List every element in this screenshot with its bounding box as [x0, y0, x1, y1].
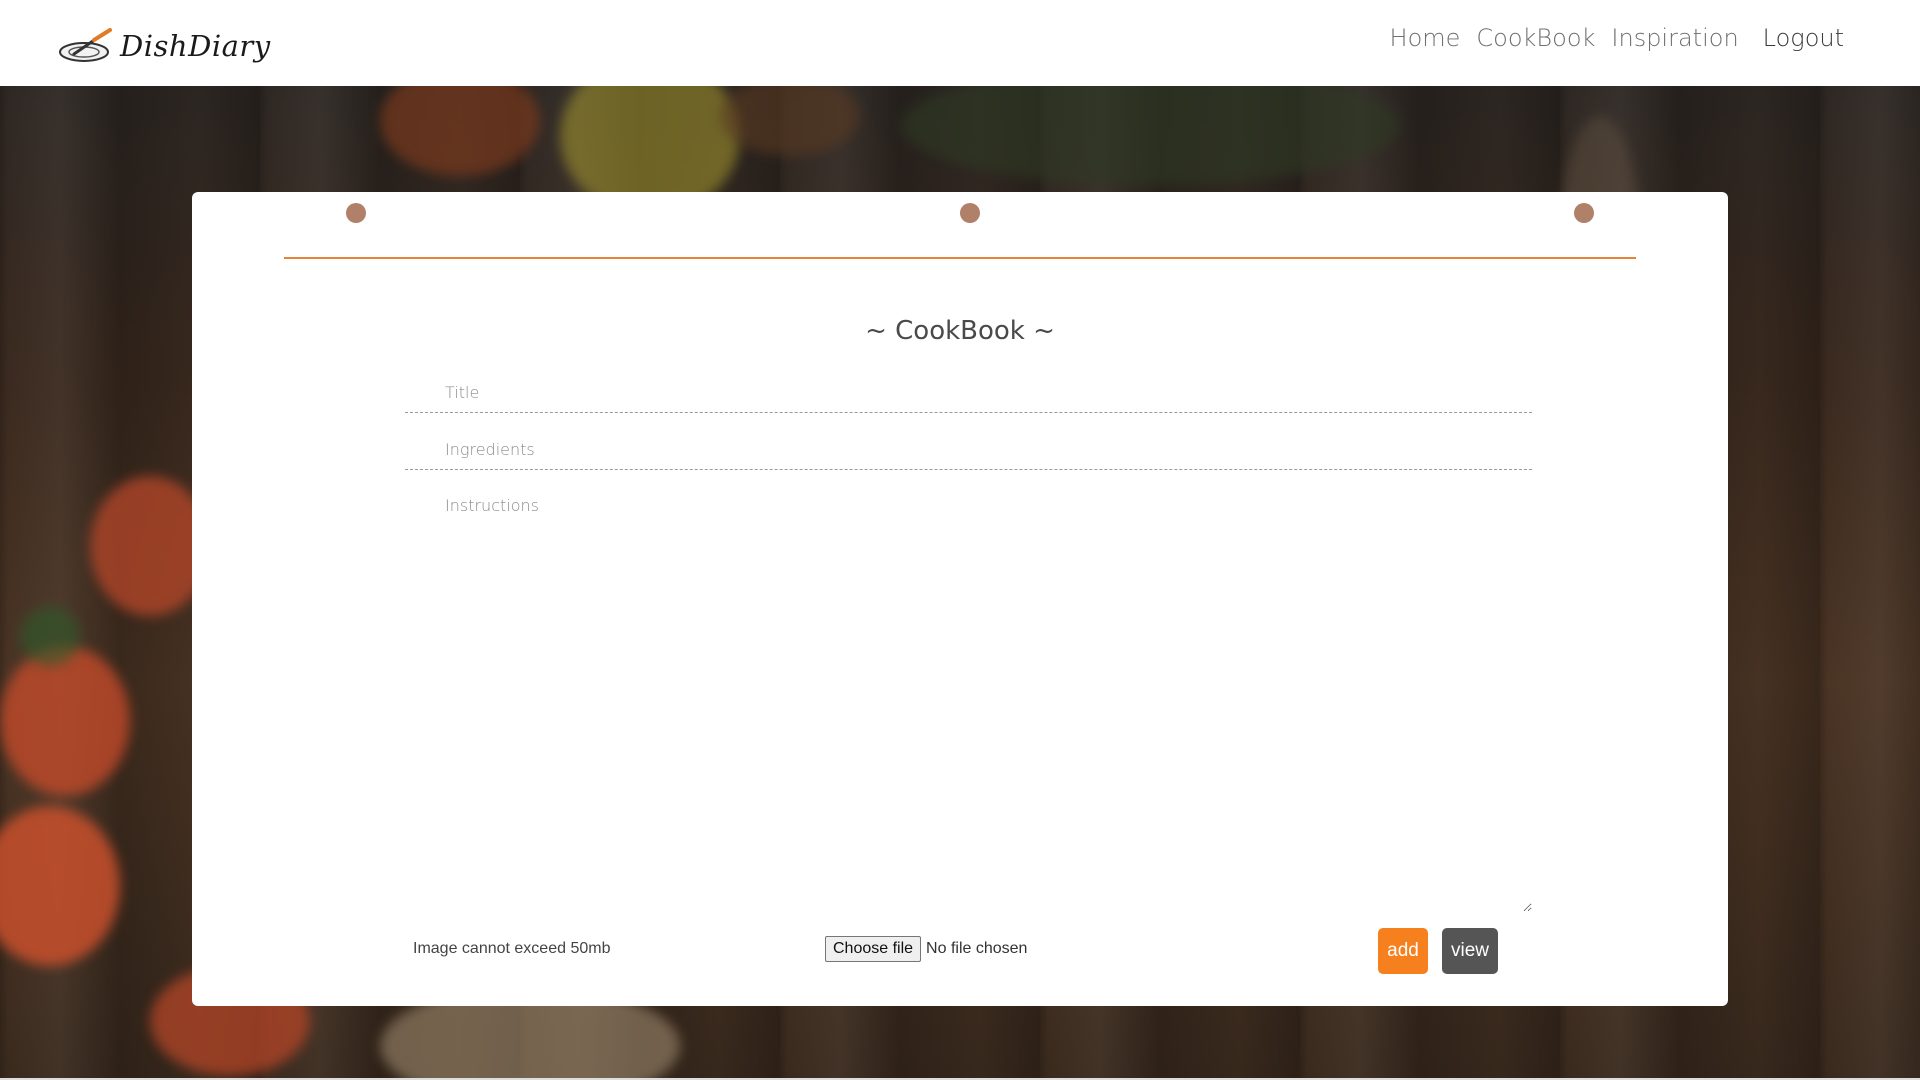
main-nav: Home CookBook Inspiration Logout: [1374, 24, 1844, 52]
add-button[interactable]: add: [1378, 928, 1428, 974]
view-button[interactable]: view: [1442, 928, 1498, 974]
cookbook-card: ~ CookBook ~ Image cannot exceed 50mb Ch…: [192, 192, 1728, 1006]
choose-file-button[interactable]: Choose file: [825, 936, 922, 962]
header-rule: [284, 257, 1636, 259]
image-size-note: Image cannot exceed 50mb: [413, 940, 611, 957]
nav-home[interactable]: Home: [1390, 24, 1461, 52]
instructions-textarea[interactable]: [405, 494, 1532, 912]
nav-logout[interactable]: Logout: [1763, 24, 1844, 52]
ingredients-input[interactable]: [405, 430, 1532, 470]
binder-hole-right: [1574, 203, 1594, 223]
title-input[interactable]: [405, 373, 1532, 413]
binder-hole-center: [960, 203, 980, 223]
file-upload: Choose file No file chosen: [825, 936, 1027, 962]
brand-logo[interactable]: DishDiary: [58, 26, 271, 66]
brand-name: DishDiary: [120, 29, 271, 63]
nav-inspiration[interactable]: Inspiration: [1611, 24, 1738, 52]
file-status: No file chosen: [926, 940, 1028, 957]
nav-cookbook[interactable]: CookBook: [1476, 24, 1595, 52]
top-navbar: DishDiary Home CookBook Inspiration Logo…: [0, 0, 1920, 86]
page-title: ~ CookBook ~: [865, 316, 1055, 346]
plate-with-knife-icon: [58, 28, 114, 64]
binder-hole-left: [346, 203, 366, 223]
